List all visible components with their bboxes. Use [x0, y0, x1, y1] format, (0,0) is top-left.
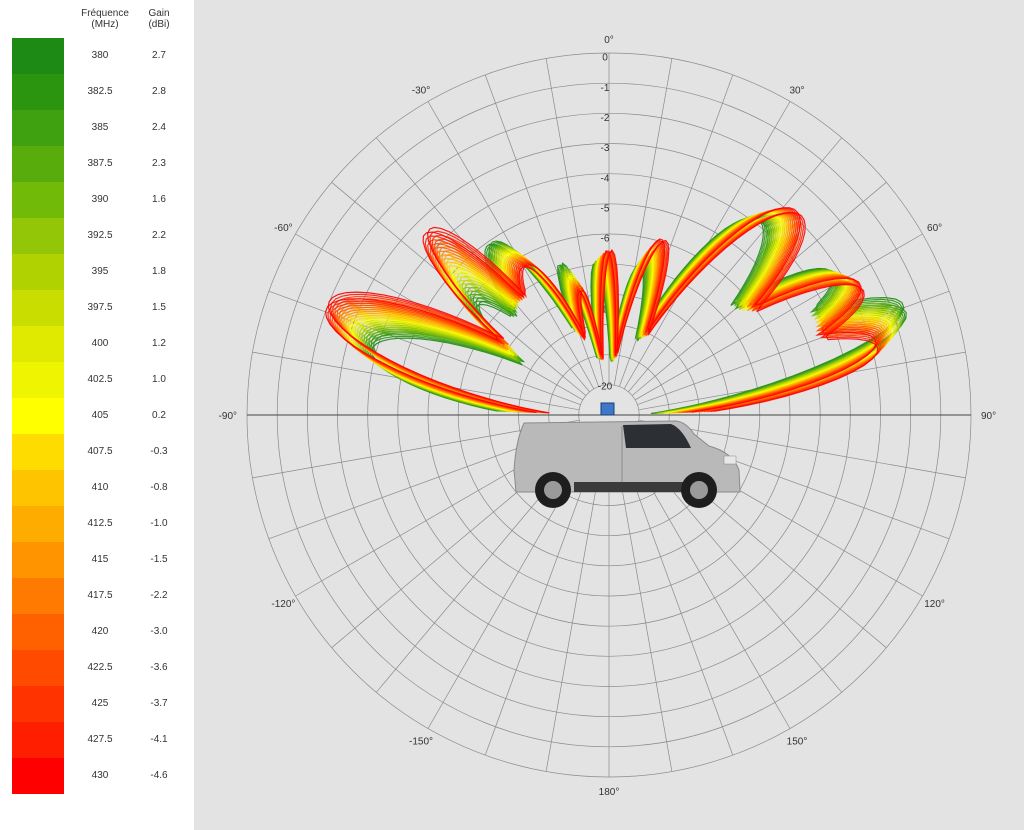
legend-frequency: 427.5: [87, 734, 113, 745]
legend-frequency: 422.5: [87, 662, 113, 673]
gain-header: Gain (dBi): [134, 8, 184, 30]
legend-frequency: 385: [91, 122, 109, 133]
legend-gain: -1.5: [150, 554, 168, 565]
legend-frequency: 402.5: [87, 374, 113, 385]
legend-swatch: [12, 290, 64, 326]
radial-label: -3: [601, 143, 610, 154]
legend-gain: 2.3: [152, 158, 166, 169]
gain-header-unit: (dBi): [148, 19, 170, 30]
legend-frequency: 400: [91, 338, 109, 349]
angle-label: 150°: [787, 737, 808, 748]
legend-frequency: 387.5: [87, 158, 113, 169]
legend-gain: 2.2: [152, 230, 166, 241]
legend-swatch: [12, 362, 64, 398]
van-sill: [574, 482, 694, 492]
legend-frequency: 390: [91, 194, 109, 205]
legend-gain: -4.1: [150, 734, 168, 745]
legend-frequency: 397.5: [87, 302, 113, 313]
legend-gain: 2.8: [152, 86, 166, 97]
legend-gain: -1.0: [150, 518, 168, 529]
legend-frequency: 407.5: [87, 446, 113, 457]
legend-gain: -4.6: [150, 770, 168, 781]
legend-frequency: 382.5: [87, 86, 113, 97]
legend-gain: 0.2: [152, 410, 166, 421]
angle-label: -60°: [274, 223, 292, 234]
legend-swatch: [12, 38, 64, 74]
frequency-header: Fréquence (MHz): [68, 8, 142, 30]
legend-swatch: [12, 650, 64, 686]
polar-radiation-chart: 0° 30° 60° 90° 120° 150° 180° -150° -120° -90° -60…: [194, 0, 1024, 830]
angle-label: -90°: [219, 411, 237, 422]
legend-gain: -3.6: [150, 662, 168, 673]
radial-label: -4: [601, 173, 610, 184]
radial-label: -5: [601, 204, 610, 215]
legend-swatch: [12, 110, 64, 146]
frequency-gain-legend: Fréquence (MHz) Gain (dBi) 380 2.7 382.5 2.…: [0, 0, 194, 830]
angle-label: 90°: [981, 411, 996, 422]
angle-label: 30°: [789, 85, 804, 96]
legend-swatch: [12, 398, 64, 434]
angle-label: -150°: [409, 737, 433, 748]
legend-swatch: [12, 254, 64, 290]
legend-swatch: [12, 686, 64, 722]
legend-frequency: 417.5: [87, 590, 113, 601]
legend-swatch: [12, 542, 64, 578]
angle-label: 60°: [927, 223, 942, 234]
antenna-icon: [600, 402, 615, 416]
radial-label: -1: [601, 83, 610, 94]
legend-frequency: 392.5: [87, 230, 113, 241]
legend-frequency: 415: [91, 554, 109, 565]
legend-gain: 2.7: [152, 50, 166, 61]
legend-swatch: [12, 146, 64, 182]
legend-frequency: 380: [91, 50, 109, 61]
legend-swatch: [12, 470, 64, 506]
legend-swatch: [12, 722, 64, 758]
legend-swatch: [12, 578, 64, 614]
legend-swatch: [12, 758, 64, 794]
frequency-header-title: Fréquence: [81, 8, 129, 19]
radial-label: -6: [601, 234, 610, 245]
van-front-rim: [690, 481, 708, 499]
legend-gain: 1.5: [152, 302, 166, 313]
legend-gain: 1.8: [152, 266, 166, 277]
legend-gain: 1.0: [152, 374, 166, 385]
legend-frequency: 410: [91, 482, 109, 493]
legend-gain: -3.7: [150, 698, 168, 709]
polar-plot-svg: 0°30°60°90°120°150°180°-150°-120°-90°-60…: [219, 35, 997, 798]
legend-gain: 1.2: [152, 338, 166, 349]
legend-gain: -3.0: [150, 626, 168, 637]
legend-swatch: [12, 506, 64, 542]
radial-label: 0: [602, 53, 608, 64]
legend-gain: -0.8: [150, 482, 168, 493]
radial-label: -2: [601, 113, 610, 124]
angle-label: 180°: [599, 787, 620, 798]
van-headlight: [723, 455, 737, 465]
angle-label: -30°: [412, 85, 430, 96]
legend-swatch: [12, 326, 64, 362]
legend-swatch: [12, 434, 64, 470]
van-illustration: [513, 402, 741, 508]
angle-label: 0°: [604, 35, 614, 46]
van-rear-rim: [544, 481, 562, 499]
legend-frequency: 412.5: [87, 518, 113, 529]
angle-label: 120°: [924, 599, 945, 610]
legend-frequency: 405: [91, 410, 109, 421]
legend-frequency: 430: [91, 770, 109, 781]
gain-header-title: Gain: [148, 8, 170, 19]
legend-gain: -2.2: [150, 590, 168, 601]
legend-frequency: 420: [91, 626, 109, 637]
legend-swatch: [12, 74, 64, 110]
frequency-header-unit: (MHz): [91, 19, 119, 30]
radial-label: -20: [598, 381, 613, 392]
angle-label: -120°: [271, 599, 295, 610]
legend-gain: -0.3: [150, 446, 168, 457]
legend-gain: 2.4: [152, 122, 166, 133]
legend-gain: 1.6: [152, 194, 166, 205]
legend-frequency: 395: [91, 266, 109, 277]
legend-swatch: [12, 614, 64, 650]
legend-frequency: 425: [91, 698, 109, 709]
legend-swatch: [12, 218, 64, 254]
grid-spoke: [613, 444, 673, 772]
legend-swatch: [12, 182, 64, 218]
